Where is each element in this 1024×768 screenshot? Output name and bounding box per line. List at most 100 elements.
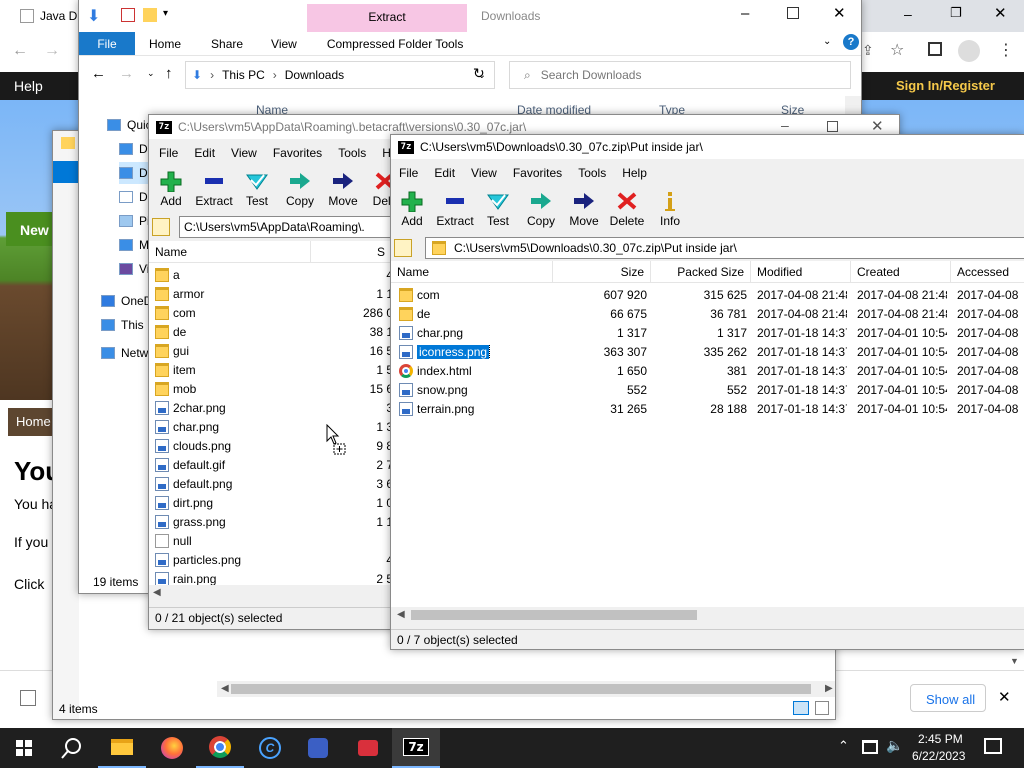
bookmark-star-icon[interactable]: ☆ <box>890 40 904 60</box>
qat-dropdown-icon[interactable]: ▾ <box>163 8 168 19</box>
thumbnail-view-icon[interactable] <box>815 701 829 715</box>
jar-file-row[interactable]: char.png 1 3 <box>149 417 393 436</box>
menu-file[interactable]: File <box>151 146 186 160</box>
7zip-zip-hscroll[interactable]: ◀ <box>391 607 1024 623</box>
explorer-back-hscroll[interactable]: ◀ ▶ <box>217 681 835 697</box>
tray-date[interactable]: 6/22/2023 <box>912 749 965 763</box>
taskbar-chrome[interactable] <box>196 728 244 768</box>
address-downloads[interactable]: Downloads <box>285 68 344 82</box>
menu-favorites[interactable]: Favorites <box>505 166 570 180</box>
details-view-icon[interactable] <box>793 701 809 715</box>
tray-overflow-icon[interactable]: ⌃ <box>838 738 849 754</box>
quick-access-down-icon[interactable]: ⬇ <box>87 6 100 26</box>
explorer-address-bar[interactable]: ⬇ › This PC › Downloads ⌄ <box>185 61 495 89</box>
zip-file-row[interactable]: com 607 920 315 625 2017-04-08 21:48 2017-04… <box>391 285 1024 304</box>
jar-file-row[interactable]: default.png 3 6 <box>149 474 393 493</box>
zip-file-row[interactable]: char.png 1 317 1 317 2017-01-18 14:37 2017-0… <box>391 323 1024 342</box>
help-icon[interactable]: ? <box>843 34 859 50</box>
nav-up-icon[interactable]: ↑ <box>165 65 173 82</box>
scroll-right-icon[interactable]: ▶ <box>825 683 833 694</box>
address-this-pc[interactable]: This PC <box>222 68 265 82</box>
menu-tools[interactable]: Tools <box>570 166 614 180</box>
back-icon[interactable]: ← <box>12 42 28 60</box>
zip-col-size[interactable]: Size <box>553 261 651 282</box>
jar-col-size[interactable]: S <box>311 241 391 262</box>
7zip-jar-hscroll[interactable]: ◀ <box>149 585 393 601</box>
nav-back-icon[interactable]: ← <box>91 65 106 82</box>
explorer-maximize-icon[interactable] <box>787 7 799 19</box>
menu-help[interactable]: Help <box>614 166 655 180</box>
nav-item-9[interactable]: Netw <box>101 342 148 364</box>
ribbon-tab-compressed[interactable]: Compressed Folder Tools <box>311 32 478 55</box>
test-button[interactable]: Test <box>235 165 279 209</box>
ribbon-tab-extract[interactable]: Extract <box>307 4 467 32</box>
7zip-zip-path[interactable]: C:\Users\vm5\Downloads\0.30_07c.zip\Put … <box>425 237 1024 259</box>
scroll-left-icon[interactable]: ◀ <box>221 683 229 694</box>
share-icon[interactable]: ⇪ <box>862 42 874 59</box>
test-button[interactable]: Test <box>477 185 519 229</box>
jar-col-name[interactable]: Name <box>149 241 311 262</box>
zip-file-row[interactable]: de 66 675 36 781 2017-04-08 21:48 2017-04-08… <box>391 304 1024 323</box>
menu-tools[interactable]: Tools <box>330 146 374 160</box>
scroll-left-icon[interactable]: ◀ <box>397 609 405 620</box>
recent-dropdown-icon[interactable]: ⌄ <box>147 68 155 79</box>
move-button[interactable]: Move <box>321 165 365 209</box>
menu-file[interactable]: File <box>391 166 426 180</box>
extract-button[interactable]: Extract <box>193 165 235 209</box>
zip-file-row[interactable]: terrain.png 31 265 28 188 2017-01-18 14:37 2… <box>391 399 1024 418</box>
add-button[interactable]: Add <box>391 185 433 229</box>
nav-item-0[interactable]: Quic <box>107 114 152 136</box>
tray-time[interactable]: 2:45 PM <box>918 732 963 746</box>
7zip-jar-minimize-icon[interactable]: – <box>781 117 789 133</box>
jar-file-row[interactable]: clouds.png 9 8 <box>149 436 393 455</box>
ribbon-tab-file[interactable]: File <box>79 32 135 55</box>
taskbar-file-explorer[interactable] <box>98 728 146 768</box>
taskbar-recorder[interactable] <box>344 728 392 768</box>
jar-file-row[interactable]: a4 <box>149 265 393 284</box>
zip-col-accessed[interactable]: Accessed <box>951 261 1024 282</box>
window-restore-icon[interactable]: ❐ <box>950 5 962 21</box>
explorer-close-icon[interactable]: ✕ <box>833 4 846 22</box>
zip-file-row[interactable]: index.html 1 650 381 2017-01-18 14:37 2017-0… <box>391 361 1024 380</box>
jar-file-row[interactable]: item 1 5 <box>149 360 393 379</box>
taskbar-firefox[interactable] <box>148 728 196 768</box>
jar-file-row[interactable]: 2char.png 3 <box>149 398 393 417</box>
zip-col-modified[interactable]: Modified <box>751 261 851 282</box>
zip-file-row[interactable]: snow.png 552 552 2017-01-18 14:37 2017-04-01… <box>391 380 1024 399</box>
start-button[interactable] <box>0 728 48 768</box>
add-button[interactable]: Add <box>149 165 193 209</box>
delete-button[interactable]: Delete <box>605 185 649 229</box>
search-downloads-input[interactable]: ⌕ Search Downloads <box>509 61 851 89</box>
site-help-link[interactable]: Help <box>14 78 43 94</box>
copy-button[interactable]: Copy <box>279 165 321 209</box>
nav-item-8[interactable]: This <box>101 314 144 336</box>
jar-file-row[interactable]: de 38 1 <box>149 322 393 341</box>
show-all-button[interactable]: Show all <box>910 684 986 712</box>
jar-file-row[interactable]: mob 15 6 <box>149 379 393 398</box>
search-button[interactable] <box>48 728 96 768</box>
extract-button[interactable]: Extract <box>433 185 477 229</box>
taskbar-7zip[interactable]: 7z <box>392 728 440 768</box>
ribbon-tab-view[interactable]: View <box>257 32 311 55</box>
copy-button[interactable]: Copy <box>519 185 563 229</box>
ribbon-tab-share[interactable]: Share <box>195 32 257 55</box>
zip-col-name[interactable]: Name <box>391 261 553 282</box>
properties-icon[interactable] <box>121 8 135 22</box>
info-button[interactable]: Info <box>649 185 691 229</box>
folder-up-icon[interactable] <box>394 239 412 257</box>
jar-file-row[interactable]: armor 1 1 <box>149 284 393 303</box>
move-button[interactable]: Move <box>563 185 605 229</box>
jar-file-row[interactable]: com 286 0 <box>149 303 393 322</box>
menu-favorites[interactable]: Favorites <box>265 146 330 160</box>
ribbon-tab-home[interactable]: Home <box>135 32 195 55</box>
taskbar-app-blue[interactable] <box>294 728 342 768</box>
jar-file-row[interactable]: particles.png 4 <box>149 550 393 569</box>
jar-file-row[interactable]: dirt.png 1 0 <box>149 493 393 512</box>
browser-tab[interactable]: Java D <box>0 0 78 32</box>
menu-view[interactable]: View <box>223 146 265 160</box>
explorer-minimize-icon[interactable]: – <box>741 5 749 22</box>
scrollbar-down-icon[interactable]: ▼ <box>1010 656 1019 666</box>
window-close-icon[interactable]: ✕ <box>994 4 1007 22</box>
scroll-thumb[interactable] <box>411 610 697 620</box>
zip-col-packed[interactable]: Packed Size <box>651 261 751 282</box>
